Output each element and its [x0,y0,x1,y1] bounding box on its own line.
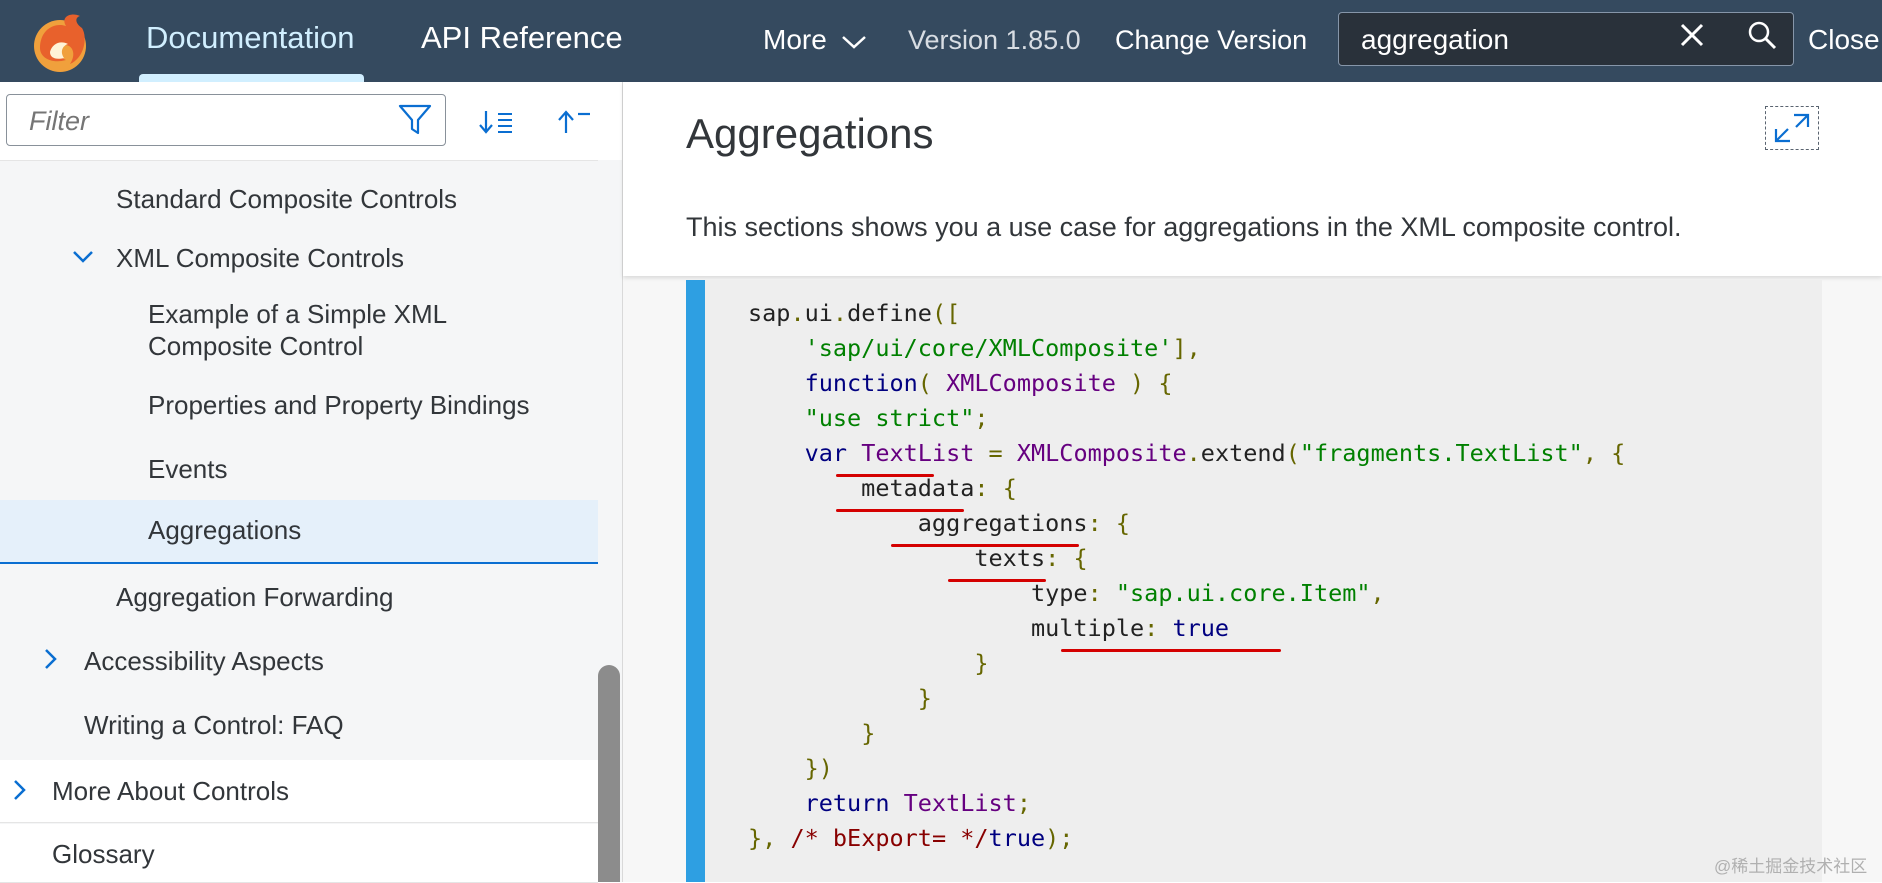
sidebar-tree: Standard Composite Controls XML Composit… [0,82,623,883]
tree-item-example-simple-xml[interactable]: Example of a Simple XML Composite Contro… [0,292,598,372]
page-title: Aggregations [686,110,934,157]
tree-item-label-line2: Composite Control [148,331,364,361]
openui5-logo[interactable] [26,8,94,74]
code-accent-bar [686,280,705,882]
fullscreen-icon [1774,113,1810,143]
highlight-underline-texts [948,579,1046,582]
search-input[interactable] [1359,23,1663,57]
tree-item-more-about-controls[interactable]: More About Controls [0,760,598,823]
tree-item-events[interactable]: Events [0,444,598,494]
tree-item-standard-composite-controls[interactable]: Standard Composite Controls [0,174,598,224]
code-sample: sap.ui.define([ 'sap/ui/core/XMLComposit… [686,280,1822,882]
tab-api-reference[interactable]: API Reference [421,0,623,82]
tab-documentation[interactable]: Documentation [146,0,355,82]
tree-item-aggregations-selected[interactable]: Aggregations [0,500,598,564]
highlight-underline-metadata [836,509,964,512]
tree-item-label: Properties and Property Bindings [148,390,530,420]
tree-item-accessibility-aspects[interactable]: Accessibility Aspects [0,636,598,686]
filter-icon[interactable] [398,104,432,136]
tree-item-aggregation-forwarding[interactable]: Aggregation Forwarding [0,572,598,622]
tree-item-label: Standard Composite Controls [116,184,458,214]
filter-toolbar [0,82,622,161]
tree-item-xml-composite-controls[interactable]: XML Composite Controls [0,232,598,284]
tree-item-label: More About Controls [52,776,290,806]
tree-item-label: Aggregation Forwarding [116,582,394,612]
clear-icon[interactable] [1679,22,1705,48]
tree-item-writing-control-faq[interactable]: Writing a Control: FAQ [0,700,598,750]
close-search-button[interactable]: Close [1808,20,1880,60]
tree-item-label: Events [148,454,228,484]
search-icon[interactable] [1747,20,1777,50]
chevron-right-icon[interactable] [44,648,58,670]
highlight-underline-multiple [1061,649,1281,652]
watermark: @稀土掘金技术社区 [1714,857,1868,876]
topic-header: Aggregations This sections shows you a u… [623,82,1882,276]
tree-item-label-line1: Example of a Simple XML [148,299,448,329]
fullscreen-button[interactable] [1765,106,1819,150]
search-field[interactable] [1338,12,1794,66]
highlight-underline-aggregations [891,544,1079,547]
tree-item-label: Writing a Control: FAQ [84,710,344,740]
topic-description: This sections shows you a use case for a… [686,212,1682,242]
tree-item-label: Aggregations [148,515,302,545]
sort-icon[interactable] [478,109,514,135]
tree-item-glossary[interactable]: Glossary [0,824,598,883]
chevron-down-icon [841,35,866,49]
tree-item-label: XML Composite Controls [116,243,405,273]
tree-item-label: Accessibility Aspects [84,646,324,676]
collapse-all-icon[interactable] [556,109,592,135]
content-area: Aggregations This sections shows you a u… [623,82,1882,882]
shell-bar: Documentation API Reference More Version… [0,0,1882,82]
active-tab-indicator [139,74,364,82]
change-version-link[interactable]: Change Version [1115,20,1307,60]
more-label: More [763,24,827,55]
chevron-right-icon[interactable] [13,779,27,801]
tree-item-properties-bindings[interactable]: Properties and Property Bindings [0,380,598,430]
code-text: sap.ui.define([ 'sap/ui/core/XMLComposit… [748,299,1626,852]
version-label: Version 1.85.0 [908,25,1081,55]
more-menu-button[interactable]: More [763,20,867,60]
filter-field[interactable] [6,94,446,146]
tree-item-label: Glossary [52,839,155,869]
sidebar-scrollbar-thumb[interactable] [598,665,620,882]
chevron-down-icon[interactable] [72,250,94,264]
filter-input[interactable] [27,103,371,139]
highlight-underline-textlist [836,474,934,477]
